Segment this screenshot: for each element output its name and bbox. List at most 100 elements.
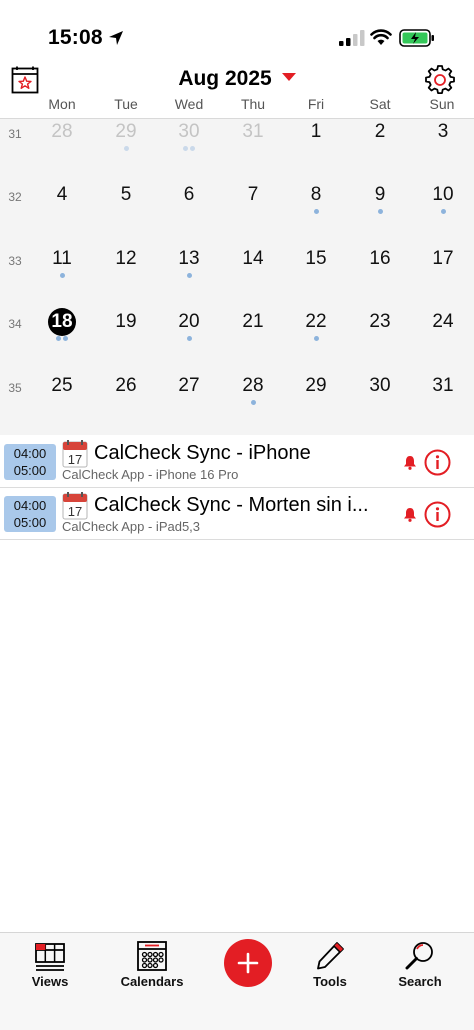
weekday-label: Thu [240,96,266,112]
day-number: 10 [432,184,454,206]
event-dots [159,146,219,152]
day-number: 23 [369,311,391,333]
tab-search[interactable]: Search [375,933,465,1003]
day-cell[interactable]: 10 [413,182,473,245]
day-cell[interactable]: 12 [96,246,156,309]
day-cell[interactable]: 29 [286,373,346,436]
cellular-signal-icon [339,30,365,46]
info-icon[interactable] [424,449,451,476]
day-cell[interactable]: 5 [96,182,156,245]
day-number: 13 [178,247,200,269]
calendar-grid-icon [137,941,167,971]
day-number: 22 [305,311,327,333]
event-dot [183,146,188,151]
day-cell[interactable]: 26 [96,373,156,436]
day-number: 30 [369,374,391,396]
event-row[interactable]: 04:00 05:00 17 CalCheck Sync - iPhone Ca… [0,436,474,488]
status-bar: 15:08 [0,0,474,60]
gear-icon[interactable] [425,65,455,95]
day-cell[interactable]: 2 [350,119,410,182]
event-dots [413,209,473,215]
event-dots [350,209,410,215]
day-cell[interactable]: 4 [32,182,92,245]
day-number: 17 [432,247,454,269]
location-arrow-icon [109,31,123,45]
week-number: 32 [8,190,22,205]
day-cell[interactable]: 31 [413,373,473,436]
day-cell[interactable]: 3 [413,119,473,182]
event-dots [159,336,219,342]
day-cell[interactable]: 28 [32,119,92,182]
month-selector[interactable]: Aug 2025 [0,67,474,91]
day-cell[interactable]: 21 [223,309,283,372]
event-dot [440,209,446,215]
day-cell[interactable]: 11 [32,246,92,309]
day-cell[interactable]: 13 [159,246,219,309]
weekday-label: Sun [429,96,455,112]
day-cell[interactable]: 1 [286,119,346,182]
day-cell[interactable]: 27 [159,373,219,436]
day-number: 3 [437,121,449,142]
info-icon[interactable] [424,501,451,528]
day-cell[interactable]: 24 [413,309,473,372]
event-dot [186,336,192,342]
day-cell[interactable]: 15 [286,246,346,309]
day-number: 20 [178,311,200,333]
day-cell[interactable]: 9 [350,182,410,245]
day-cell[interactable]: 30 [159,119,219,182]
weekday-label: Mon [48,96,76,112]
event-dot [63,336,68,342]
day-cell[interactable]: 31 [223,119,283,182]
weekday-label: Tue [114,96,138,112]
day-cell[interactable]: 28 [223,373,283,436]
day-number: 16 [369,247,391,269]
day-cell[interactable]: 18 [32,308,92,372]
day-number: 2 [374,121,386,142]
status-time: 15:08 [48,26,103,49]
bell-icon [404,456,416,470]
day-number: 24 [432,311,454,333]
day-cell[interactable]: 6 [159,182,219,245]
event-dots [32,272,92,279]
tab-views[interactable]: Views [5,933,95,1003]
day-number: 31 [242,121,264,142]
day-number: 9 [374,184,386,206]
day-cell[interactable]: 22 [286,309,346,372]
day-cell[interactable]: 17 [413,246,473,309]
event-end-time: 05:00 [13,515,47,530]
tab-calendars[interactable]: Calendars [107,933,197,1003]
event-start-time: 04:00 [13,498,47,513]
day-cell[interactable]: 30 [350,373,410,436]
event-dot [59,272,65,278]
event-dots [286,336,346,342]
day-cell[interactable]: 19 [96,309,156,372]
event-title: CalCheck Sync - Morten sin i... [94,494,369,516]
event-dot [56,336,61,342]
day-number: 12 [115,247,137,269]
weekday-label: Fri [307,96,325,112]
tab-tools[interactable]: Tools [285,933,375,1003]
day-cell[interactable]: 7 [223,182,283,245]
event-dot [123,146,129,151]
day-cell[interactable]: 25 [32,373,92,436]
day-cell[interactable]: 14 [223,246,283,309]
day-cell[interactable]: 20 [159,309,219,372]
event-dots [96,146,156,152]
day-cell[interactable]: 16 [350,246,410,309]
day-number: 31 [432,374,454,396]
event-row[interactable]: 04:00 05:00 17 CalCheck Sync - Morten si… [0,488,474,540]
tab-tools-label: Tools [313,974,347,989]
day-cell[interactable]: 29 [96,119,156,182]
event-dots [159,272,219,279]
event-time-box: 04:00 05:00 [4,444,56,480]
event-dot [313,336,319,342]
day-number: 25 [51,374,73,396]
day-cell[interactable]: 23 [350,309,410,372]
day-number: 5 [120,184,132,206]
tab-search-label: Search [398,974,442,989]
event-dot [377,209,383,215]
day-number-today: 18 [51,311,73,333]
day-cell[interactable]: 8 [286,182,346,245]
add-event-button[interactable] [224,939,272,987]
tab-views-label: Views [31,974,69,989]
